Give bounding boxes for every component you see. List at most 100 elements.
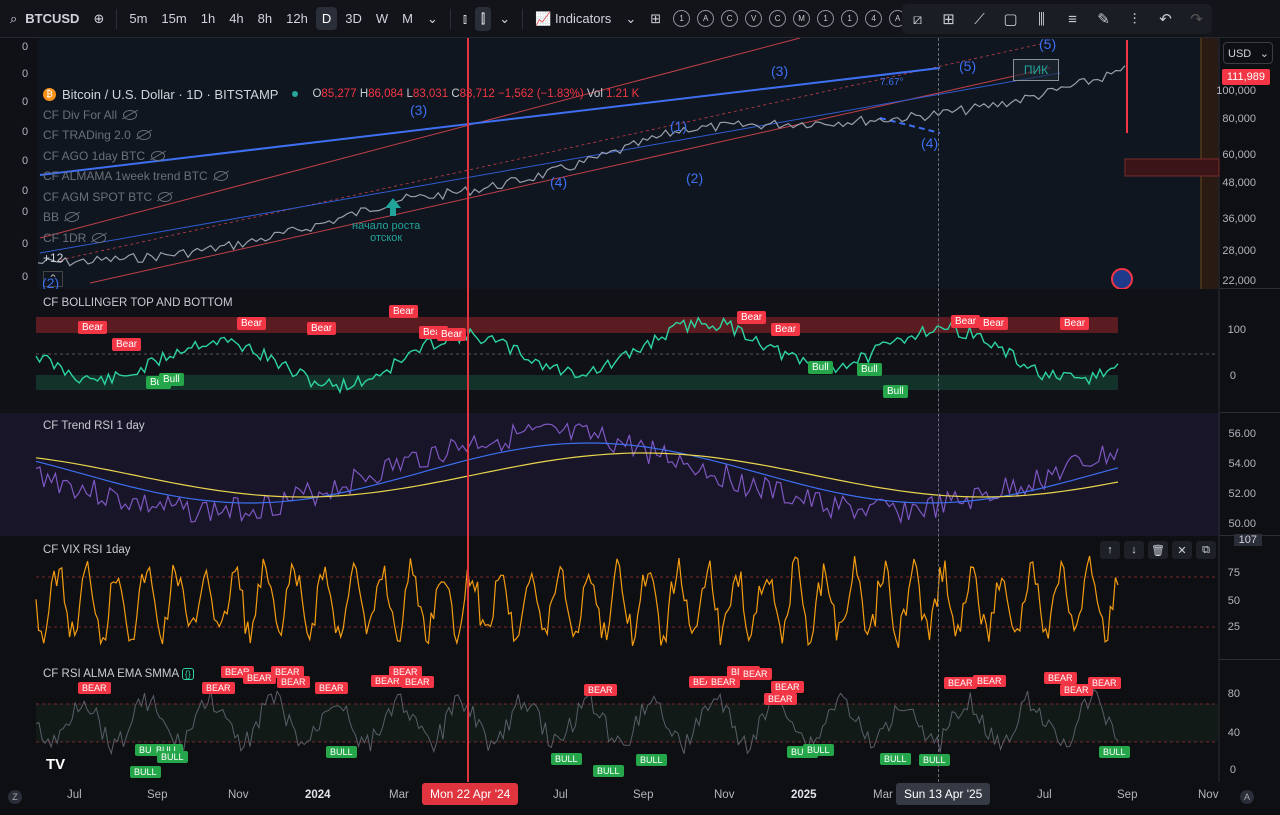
eye-hidden-icon[interactable] <box>136 130 151 141</box>
lines-tool-icon[interactable]: ≡ <box>1062 10 1084 28</box>
alert-circle[interactable]: 4 <box>865 10 883 27</box>
settings-sliders-icon[interactable]: ⫶ <box>1124 10 1146 28</box>
bull-signal-tag: Bull <box>883 385 908 398</box>
alert-circle[interactable]: C <box>721 10 739 27</box>
eye-hidden-icon[interactable] <box>65 212 80 223</box>
interval-5m[interactable]: 5m <box>123 7 153 30</box>
alert-circle[interactable]: V <box>745 10 763 27</box>
add-symbol-icon[interactable]: ⊕ <box>87 7 110 31</box>
time-label: Mar <box>873 789 893 801</box>
wave-label: (5) <box>1039 36 1057 52</box>
bear-signal-tag: Bear <box>307 322 337 335</box>
ruler-icon[interactable]: ⧄ <box>907 10 929 28</box>
chart-title[interactable]: Bitcoin / U.S. Dollar · 1D · BITSTAMP <box>62 87 278 102</box>
alert-circle[interactable]: 1 <box>673 10 691 27</box>
rsi-alma-title[interactable]: CF RSI ALMA EMA SMMA {} <box>43 668 194 680</box>
interval-15m[interactable]: 15m <box>155 7 192 30</box>
indicator-name: BB <box>43 210 60 225</box>
wave-label: (4) <box>550 174 568 190</box>
bear-signal-tag: Bear <box>112 338 142 351</box>
eye-hidden-icon[interactable] <box>123 109 138 120</box>
vix-rsi-pane[interactable]: CF VIX RSI 1day 107 75 50 25 <box>0 534 1280 660</box>
line-tool-icon[interactable]: ⟋ <box>969 10 991 28</box>
alert-circle[interactable]: 1 <box>841 10 859 27</box>
auto-scale-icon[interactable]: A <box>1240 790 1254 804</box>
eye-hidden-icon[interactable] <box>213 171 228 182</box>
move-up-icon[interactable]: ↑ <box>1100 541 1120 559</box>
trend-rsi-pane[interactable]: CF Trend RSI 1 day 56.00 54.00 52.00 50.… <box>0 413 1280 536</box>
eye-hidden-icon[interactable] <box>151 150 166 161</box>
indicators-button[interactable]: 📈 Indicators <box>529 7 617 31</box>
maximize-icon[interactable]: ⧉ <box>1196 541 1216 559</box>
indicator-row[interactable]: CF TRADing 2.0 <box>43 125 639 146</box>
move-down-icon[interactable]: ↓ <box>1124 541 1144 559</box>
collapse-legend[interactable]: ⌃ <box>43 269 639 290</box>
interval-4h[interactable]: 4h <box>223 7 249 30</box>
brush-tool-icon[interactable]: ✎ <box>1093 10 1115 28</box>
interval-8h[interactable]: 8h <box>252 7 278 30</box>
search-icon[interactable]: ⌕ <box>4 7 23 31</box>
cursor-date-tag: Sun 13 Apr '25 <box>896 783 991 805</box>
chevron-down-icon: ⌄ <box>1259 48 1269 60</box>
wave-label: (2) <box>686 170 704 186</box>
bear-signal-tag: Bear <box>951 315 981 328</box>
interval-3d[interactable]: 3D <box>339 7 368 30</box>
interval-1h[interactable]: 1h <box>195 7 221 30</box>
alert-circle[interactable]: 1 <box>817 10 835 27</box>
chevron-down-icon[interactable]: ⌄ <box>493 7 516 31</box>
layout-grid-icon[interactable]: ⊞ <box>644 7 667 31</box>
more-indicators[interactable]: +12 <box>43 248 639 269</box>
vix-axis-label: 25 <box>1227 621 1240 633</box>
time-label: Nov <box>714 789 735 801</box>
interval-1d[interactable]: D <box>315 7 338 30</box>
rectangle-tool-icon[interactable]: ▢ <box>1000 10 1022 28</box>
price-axis-label: 80,000 <box>1222 113 1256 125</box>
interval-1w[interactable]: W <box>370 7 394 30</box>
symbol-label[interactable]: BTCUSD <box>25 7 85 30</box>
code-icon[interactable]: {} <box>181 668 194 680</box>
dot-icon <box>292 91 299 98</box>
delete-icon[interactable]: 🗑 <box>1148 541 1168 559</box>
alert-circle[interactable]: A <box>697 10 715 27</box>
alert-circle[interactable]: C <box>769 10 787 27</box>
eye-hidden-icon[interactable] <box>92 232 107 243</box>
bollinger-pane[interactable]: CF BOLLINGER TOP AND BOTTOM 100 0 Bear Be… <box>0 289 1280 413</box>
flag-icon[interactable] <box>1111 268 1133 290</box>
alert-circle[interactable]: M <box>793 10 811 27</box>
main-price-pane[interactable]: ₿ Bitcoin / U.S. Dollar · 1D · BITSTAMP … <box>0 36 1280 291</box>
bollinger-title[interactable]: CF BOLLINGER TOP AND BOTTOM <box>43 297 233 309</box>
open-value: 85,277 <box>321 88 357 101</box>
chevron-down-icon[interactable]: ⌄ <box>619 7 642 31</box>
currency-select[interactable]: USD ⌄ <box>1223 42 1273 64</box>
interval-1m[interactable]: M <box>396 7 419 30</box>
time-label: Mar <box>389 789 409 801</box>
timezone-icon[interactable]: Z <box>8 790 22 804</box>
indicator-row[interactable]: BB <box>43 207 639 228</box>
vix-rsi-title[interactable]: CF VIX RSI 1day <box>43 544 131 556</box>
indicator-row[interactable]: CF AGO 1day BTC <box>43 146 639 167</box>
chevron-down-icon[interactable]: ⌄ <box>421 7 444 31</box>
undo-icon[interactable]: ↶ <box>1155 10 1177 28</box>
crosshair-box-icon[interactable]: ⊞ <box>938 10 960 28</box>
left-axis-label: 0 <box>22 185 29 197</box>
price-axis-label: 36,000 <box>1222 213 1256 225</box>
indicator-row[interactable]: CF 1DR <box>43 228 639 249</box>
redo-icon[interactable]: ↷ <box>1186 10 1208 28</box>
trend-rsi-axis-label: 54.00 <box>1228 458 1256 470</box>
time-axis[interactable]: Z Jul Sep Nov 2024 Mar Jul Sep Nov 2025 … <box>0 782 1280 815</box>
rsi-alma-pane[interactable]: CF RSI ALMA EMA SMMA {} 80 40 0 BEAR BEAR… <box>0 660 1280 782</box>
eye-hidden-icon[interactable] <box>158 191 173 202</box>
vix-top-value: 107 <box>1233 534 1262 546</box>
bar-style-icon[interactable]: ⫾ <box>457 7 473 31</box>
candle-style-icon[interactable]: ⫿ <box>475 6 492 31</box>
interval-12h[interactable]: 12h <box>280 7 314 30</box>
indicator-row[interactable]: CF Div For All <box>43 105 639 126</box>
vol-value: 1.21 K <box>606 88 640 101</box>
current-price-tag: 111,989 <box>1221 69 1270 85</box>
bars-tool-icon[interactable]: ⫼ <box>1031 10 1053 28</box>
collapse-icon[interactable]: ✕ <box>1172 541 1192 559</box>
price-axis-label: 60,000 <box>1222 149 1256 161</box>
trend-rsi-title[interactable]: CF Trend RSI 1 day <box>43 420 145 432</box>
crosshair-date-tag: Mon 22 Apr '24 <box>422 783 519 805</box>
time-label: Sep <box>633 789 654 801</box>
